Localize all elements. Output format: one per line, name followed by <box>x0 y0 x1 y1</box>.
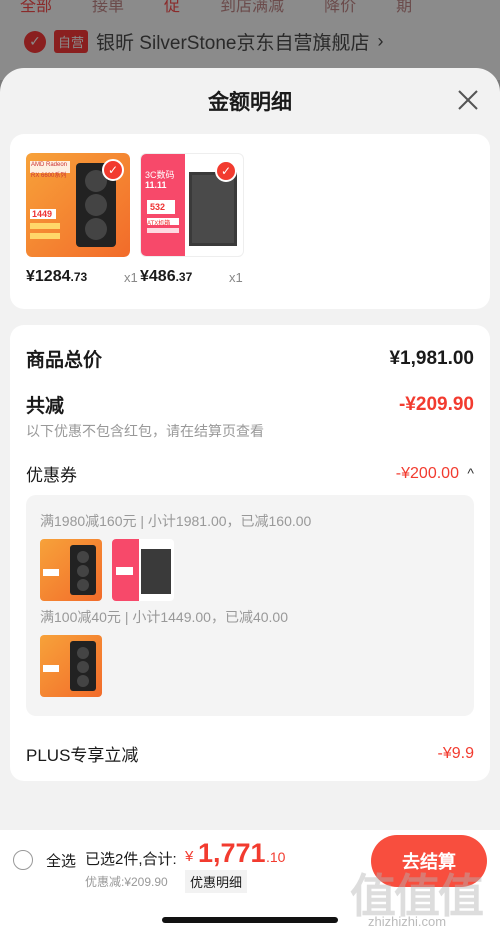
reduction-label: 共减 <box>26 396 65 417</box>
store-row: ✓ 自营 银昕 SilverStone京东自营旗舰店 › <box>24 28 383 55</box>
coupon-rule: 满1980减160元 | 小计1981.00，已减160.00 <box>40 513 312 529</box>
coupon-row[interactable]: 优惠券 -¥200.00 ^ <box>26 461 474 486</box>
product-thumb-gpu <box>40 539 102 601</box>
coupon-product-thumbs <box>40 635 102 697</box>
total-amount: 1,771 <box>198 838 266 868</box>
store-tab-strip: 全部 接单 促 到店满减 降价 期 <box>0 0 500 15</box>
self-operated-badge: 自营 <box>54 30 89 53</box>
thumb-text: AMD Radeon <box>31 162 68 168</box>
home-indicator <box>162 917 338 923</box>
selected-check-icon: ✓ <box>215 160 237 182</box>
product-thumb-case <box>112 539 174 601</box>
discount-hint: 以下优惠不包含红包，请在结算页查看 <box>26 423 264 439</box>
product-thumb-gpu <box>40 635 102 697</box>
store-tab: 全部 <box>20 0 53 15</box>
plus-discount-row: PLUS专享立减 -¥9.9 <box>26 741 474 766</box>
select-all-radio[interactable] <box>13 850 33 870</box>
reduction-value: -¥209.90 <box>398 393 474 415</box>
total-price-row: 商品总价 ¥1,981.00 <box>26 345 474 372</box>
store-tab: 接单 <box>92 0 125 15</box>
store-name: 银昕 SilverStone京东自营旗舰店 <box>96 33 370 54</box>
thumb-text: 1449 <box>32 209 53 219</box>
select-all-label[interactable]: 全选 <box>46 850 76 871</box>
amount-detail-sheet: 金额明细 AMD Radeon RX 6600系列 1449 ✓ ¥1284.7… <box>0 68 500 935</box>
thumb-text: 532 <box>150 202 166 212</box>
thumb-text: 11.11 <box>145 180 167 190</box>
currency-symbol: ¥ <box>185 848 194 865</box>
product-price: ¥486.37 <box>140 268 193 285</box>
coupon-detail-box: 满1980减160元 | 小计1981.00，已减160.00 满100减40元… <box>26 495 474 716</box>
checkmark-icon: ✓ <box>24 30 46 53</box>
coupon-value-group: -¥200.00 ^ <box>396 465 474 483</box>
thumb-text: RX 6600系列 <box>31 173 67 179</box>
product-item[interactable]: 3C数码 11.11 532 ATX机箱 ✓ <box>140 153 244 257</box>
watermark-url: zhizhizhi.com <box>368 914 447 929</box>
product-price: ¥1284.73 <box>26 268 88 285</box>
thumb-text: ATX机箱 <box>147 221 171 227</box>
selected-check-icon: ✓ <box>102 159 124 181</box>
coupon-label: 优惠券 <box>26 466 77 485</box>
price-summary-card: 商品总价 ¥1,981.00 共减 -¥209.90 以下优惠不包含红包，请在结… <box>10 325 490 781</box>
products-card: AMD Radeon RX 6600系列 1449 ✓ ¥1284.73 x1 … <box>10 134 490 309</box>
chevron-up-icon[interactable]: ^ <box>467 465 474 481</box>
sheet-title: 金额明细 <box>208 91 292 114</box>
selected-count: 已选2件,合计: <box>85 851 177 868</box>
plus-discount-label: PLUS专享立减 <box>26 746 139 765</box>
coupon-value: -¥200.00 <box>395 464 459 482</box>
total-price-label: 商品总价 <box>26 350 103 371</box>
store-tab: 促 <box>164 0 181 15</box>
coupon-rule: 满100减40元 | 小计1449.00，已减40.00 <box>40 609 288 625</box>
chevron-right-icon: › <box>377 31 384 51</box>
discount-detail-button[interactable]: 优惠明细 <box>185 870 248 893</box>
store-tab: 降价 <box>324 0 357 15</box>
reduction-row: 共减 -¥209.90 <box>26 391 474 418</box>
total-price-value: ¥1,981.00 <box>389 347 474 369</box>
discount-summary: 优惠减:¥209.90 <box>85 875 168 889</box>
coupon-product-thumbs <box>40 539 174 601</box>
total-amount-decimal: .10 <box>266 849 286 865</box>
product-image-case: 3C数码 11.11 532 ATX机箱 ✓ <box>140 153 244 257</box>
close-icon[interactable] <box>456 88 480 112</box>
product-item[interactable]: AMD Radeon RX 6600系列 1449 ✓ <box>26 153 130 257</box>
store-tab: 到店满减 <box>220 0 285 15</box>
store-tab: 期 <box>396 0 413 15</box>
product-image-gpu: AMD Radeon RX 6600系列 1449 ✓ <box>26 153 130 257</box>
product-qty: x1 <box>229 270 243 285</box>
product-qty: x1 <box>124 270 138 285</box>
plus-discount-value: -¥9.9 <box>437 744 474 762</box>
